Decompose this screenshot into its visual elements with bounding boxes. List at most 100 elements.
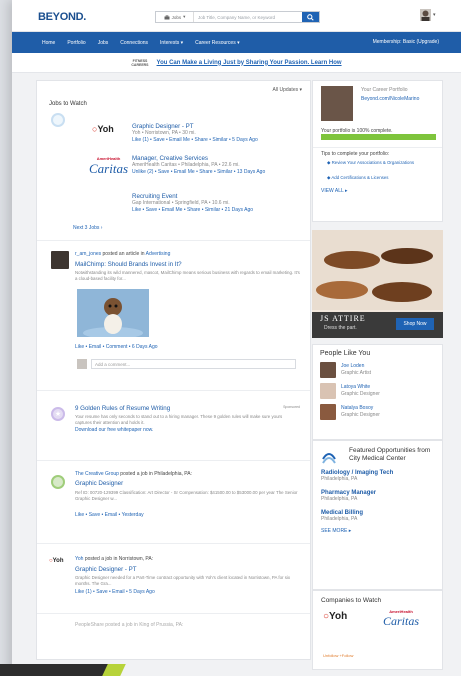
see-more-link[interactable]: SEE MORE ▸ xyxy=(321,528,434,535)
job-item: Manager, Creative Services AmeriHealth C… xyxy=(132,155,302,176)
nav-connections[interactable]: Connections xyxy=(120,40,148,46)
yoh-company-logo[interactable]: ○Yoh xyxy=(323,611,347,622)
user-avatar[interactable] xyxy=(51,251,69,269)
nav-home[interactable]: Home xyxy=(42,40,55,46)
membership-link[interactable]: Membership: Basic (Upgrade) xyxy=(373,39,439,45)
yoh-small-logo: ○Yoh xyxy=(49,558,64,564)
featured-job-location: Philadelphia, PA xyxy=(321,476,358,482)
article-excerpt: Notwithstanding its wild mannered, masco… xyxy=(75,270,300,281)
page: BEYOND. Jobs ▾ Job Title, Company Name, … xyxy=(12,0,461,676)
sponsored-tag: Sponsored xyxy=(283,405,300,409)
person-item[interactable]: Latoya White Graphic Designer xyxy=(320,383,435,399)
featured-job-location: Philadelphia, PA xyxy=(321,496,358,502)
job-post-title-link[interactable]: Graphic Designer - PT xyxy=(75,566,137,573)
search-button[interactable] xyxy=(302,12,319,22)
nav-jobs[interactable]: Jobs xyxy=(98,40,109,46)
js-attire-ad[interactable]: JS ATTIRE Dress the part. Shop Now xyxy=(312,230,443,338)
people-like-you-card: People Like You Joe Loden Graphic Artist … xyxy=(312,344,443,440)
nav-interests[interactable]: Interests ▾ xyxy=(160,40,183,46)
whitepaper-link[interactable]: Download our free whitepaper now. xyxy=(75,427,153,434)
person-avatar xyxy=(320,404,336,420)
post-topic-link[interactable]: Advertising xyxy=(146,251,171,257)
comment-input[interactable]: Add a comment... xyxy=(91,359,296,369)
featured-job-location: Philadelphia, PA xyxy=(321,516,358,522)
person-item[interactable]: Joe Loden Graphic Artist xyxy=(320,362,435,378)
progress-fill xyxy=(321,134,436,140)
ad-brand: JS ATTIRE xyxy=(320,314,366,323)
next-jobs-link[interactable]: Next 3 Jobs › xyxy=(73,225,102,232)
shop-now-button[interactable]: Shop Now xyxy=(396,318,434,330)
tip-link[interactable]: ◆ Add Certifications & Licenses xyxy=(327,175,437,181)
portfolio-progress-bar xyxy=(321,134,436,140)
job-meta: AmeriHealth Caritas • Philadelphia, PA •… xyxy=(132,162,240,168)
tip-title-link[interactable]: 9 Golden Rules of Resume Writing xyxy=(75,405,170,412)
jobs-icon xyxy=(51,113,65,127)
job-item: Recruiting Event Gap International • Spr… xyxy=(132,193,302,214)
search-icon xyxy=(307,13,314,21)
post-actions[interactable]: Like • Email • Comment • 6 Days Ago xyxy=(75,344,158,351)
companies-title: Companies to Watch xyxy=(321,597,382,604)
person-name[interactable]: Natalya Bosoy xyxy=(341,405,380,412)
company-link[interactable]: The Creative Group xyxy=(75,471,119,477)
job-actions[interactable]: Unlike (2) • Save • Email Me • Share • S… xyxy=(132,169,302,176)
portfolio-card: Your Career Portfolio Beyond.com/NicoleM… xyxy=(312,80,443,222)
person-avatar xyxy=(320,383,336,399)
companies-to-watch-card: Companies to Watch ○Yoh AmeriHealth Cari… xyxy=(312,590,443,670)
search-scope-label: Jobs xyxy=(171,14,182,20)
star-badge-icon: ★ xyxy=(51,407,65,421)
search-input[interactable]: Job Title, Company Name, or Keyword xyxy=(194,15,302,20)
caritas-company-logo[interactable]: AmeriHealth Caritas xyxy=(383,609,419,629)
jobs-filter-dropdown[interactable]: All Updates ▾ xyxy=(273,87,302,93)
follow-links[interactable]: Unfollow +Follow xyxy=(323,653,353,658)
job-item: Graphic Designer - PT Yoh • Norristown, … xyxy=(132,123,302,144)
nav-career-resources[interactable]: Career Resources ▾ xyxy=(195,40,239,46)
caritas-logo: AmeriHealth Caritas xyxy=(89,156,129,176)
tip-link[interactable]: ◆ Review Your Associations & Organizatio… xyxy=(327,160,437,166)
portfolio-url-link[interactable]: Beyond.com/NicoleMarino xyxy=(361,96,419,103)
person-name[interactable]: Latoya White xyxy=(341,384,380,391)
right-rail: Your Career Portfolio Beyond.com/NicoleM… xyxy=(312,80,443,670)
job-actions[interactable]: Like (1) • Save • Email Me • Share • Sim… xyxy=(132,137,302,144)
job-title-link[interactable]: Graphic Designer - PT xyxy=(132,123,302,130)
post-user-link[interactable]: r_am_jones xyxy=(75,251,101,257)
chevron-down-icon: ▾ xyxy=(433,12,436,18)
resume-tip-card: ★ 9 Golden Rules of Resume Writing Spons… xyxy=(37,391,310,461)
job-post-header: Yoh posted a job in Norristown, PA: xyxy=(75,556,154,562)
promo-banner: FITNESS CAREERS You Can Make a Living Jus… xyxy=(12,53,461,73)
person-name[interactable]: Joe Loden xyxy=(341,363,371,370)
article-title-link[interactable]: MailChimp: Should Brands Invest in It? xyxy=(75,261,182,268)
article-post-card: r_am_jones posted an article in Advertis… xyxy=(37,241,310,391)
job-post-actions[interactable]: Like (1) • Save • Email • 5 Days Ago xyxy=(75,589,155,596)
tips-title: Tips to complete your portfolio: xyxy=(321,151,390,157)
job-title-link[interactable]: Recruiting Event xyxy=(132,193,302,200)
promo-link[interactable]: You Can Make a Living Just by Sharing Yo… xyxy=(157,60,342,66)
job-post-card: PeopleShare posted a job in King of Prus… xyxy=(37,614,310,659)
jobs-to-watch-card: All Updates ▾ Jobs to Watch ○Yoh AmeriHe… xyxy=(37,81,310,241)
company-logo xyxy=(51,475,65,489)
job-post-actions[interactable]: Like • Save • Email • Yesterday xyxy=(75,512,144,519)
view-all-tips-link[interactable]: VIEW ALL ▸ xyxy=(321,188,348,195)
nav-portfolio[interactable]: Portfolio xyxy=(67,40,85,46)
job-post-header: PeopleShare posted a job in King of Prus… xyxy=(75,622,184,628)
top-bar: BEYOND. Jobs ▾ Job Title, Company Name, … xyxy=(12,0,461,32)
job-post-card: ○Yoh Yoh posted a job in Norristown, PA:… xyxy=(37,544,310,614)
profile-photo[interactable] xyxy=(321,86,353,121)
article-image[interactable] xyxy=(77,289,149,339)
featured-opportunities-card: Featured Opportunities from City Medical… xyxy=(312,440,443,590)
user-menu[interactable]: ▾ xyxy=(420,9,436,21)
job-post-title-link[interactable]: Graphic Designer xyxy=(75,480,123,487)
yoh-logo: ○Yoh xyxy=(92,124,114,134)
city-medical-logo-icon xyxy=(322,453,336,464)
person-role: Graphic Designer xyxy=(341,391,380,397)
main-nav: Home Portfolio Jobs Connections Interest… xyxy=(12,32,461,53)
search-scope-select[interactable]: Jobs ▾ xyxy=(156,12,194,22)
job-actions[interactable]: Like • Save • Email Me • Share • Similar… xyxy=(132,207,302,214)
job-title-link[interactable]: Manager, Creative Services xyxy=(132,155,302,162)
person-item[interactable]: Natalya Bosoy Graphic Designer xyxy=(320,404,435,420)
person-role: Graphic Artist xyxy=(341,370,372,376)
search-bar: Jobs ▾ Job Title, Company Name, or Keywo… xyxy=(155,11,320,23)
briefcase-icon xyxy=(164,14,170,19)
people-title: People Like You xyxy=(320,350,371,357)
job-meta: Gap International • Springfield, PA • 10… xyxy=(132,200,230,206)
beyond-logo[interactable]: BEYOND. xyxy=(38,11,86,23)
